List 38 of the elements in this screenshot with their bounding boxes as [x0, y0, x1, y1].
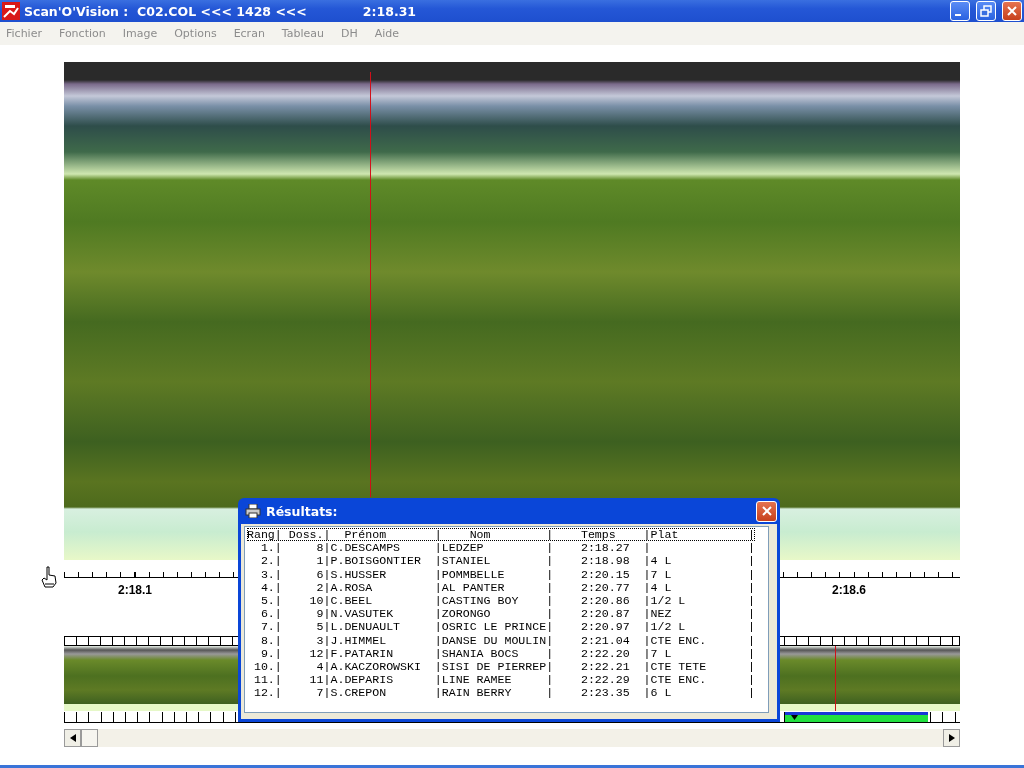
minimize-button[interactable]	[950, 1, 970, 21]
restore-icon	[980, 5, 992, 17]
result-row[interactable]: 8.| 3|J.HIMMEL |DANSE DU MOULIN| 2:21.04 |CTE ENC. |	[247, 633, 755, 647]
pointing-hand-icon	[40, 566, 58, 588]
result-row[interactable]: 6.| 9|N.VASUTEK |ZORONGO | 2:20.87 |NEZ |	[247, 607, 755, 621]
scrollbar-thumb[interactable]	[81, 729, 98, 747]
close-icon	[760, 505, 773, 517]
app-logo-icon	[2, 2, 20, 20]
tick-label: 2:18.1	[118, 583, 152, 597]
result-row[interactable]: 1.| 8|C.DESCAMPS |LEDZEP | 2:18.27 | |	[247, 541, 755, 555]
result-row[interactable]: 12.| 7|S.CREPON |RAIN BERRY | 2:23.35 |6 L |	[247, 686, 755, 700]
scroll-right-button[interactable]	[943, 729, 960, 747]
result-row[interactable]: 11.| 11|A.DEPARIS |LINE RAMEE | 2:22.29 |CTE ENC. |	[247, 673, 755, 687]
result-row[interactable]: 4.| 2|A.ROSA |AL PANTER | 2:20.77 |4 L |	[247, 580, 755, 594]
restore-button[interactable]	[976, 1, 996, 21]
close-button[interactable]	[1002, 1, 1022, 21]
result-row[interactable]: 2.| 1|P.BOISGONTIER |STANIEL | 2:18.98 |4 L |	[247, 554, 755, 568]
result-row[interactable]: 10.| 4|A.KACZOROWSKI |SISI DE PIERREP| 2:22.21 |CTE TETE |	[247, 660, 755, 674]
window-title: Scan'O'Vision : C02.COL <<< 1428 <<<	[24, 3, 307, 19]
scroll-left-button[interactable]	[64, 729, 81, 747]
tick-label: 2:18.6	[832, 583, 866, 597]
left-arrow-icon	[69, 734, 76, 742]
list-header: Rang| Doss.| Prénom | Nom | Temps |Plat |	[247, 528, 755, 542]
result-row[interactable]: 9.| 12|F.PATARIN |SHANIA BOCS | 2:22.20 |7 L |	[247, 646, 755, 661]
overview-range[interactable]	[785, 712, 928, 722]
right-arrow-icon	[948, 734, 955, 742]
result-row[interactable]: 3.| 6|S.HUSSER |POMMBELLE | 2:20.15 |7 L |	[247, 567, 755, 581]
window-time: 2:18.31	[362, 3, 417, 19]
close-icon	[1006, 5, 1018, 17]
printer-icon	[245, 504, 261, 518]
dialog-title: Résultats:	[266, 503, 338, 519]
minimize-icon	[955, 14, 961, 16]
close-button[interactable]	[756, 500, 777, 522]
triangle-icon	[791, 715, 798, 720]
horizontal-scrollbar[interactable]	[64, 729, 960, 747]
cursor-line	[835, 646, 836, 711]
result-row[interactable]: 7.| 5|L.DENUAULT |OSRIC LE PRINCE| 2:20.97 |1/2 L |	[247, 620, 755, 634]
result-row[interactable]: 5.| 10|C.BEEL |CASTING BOY | 2:20.86 |1/2 L |	[247, 594, 755, 608]
